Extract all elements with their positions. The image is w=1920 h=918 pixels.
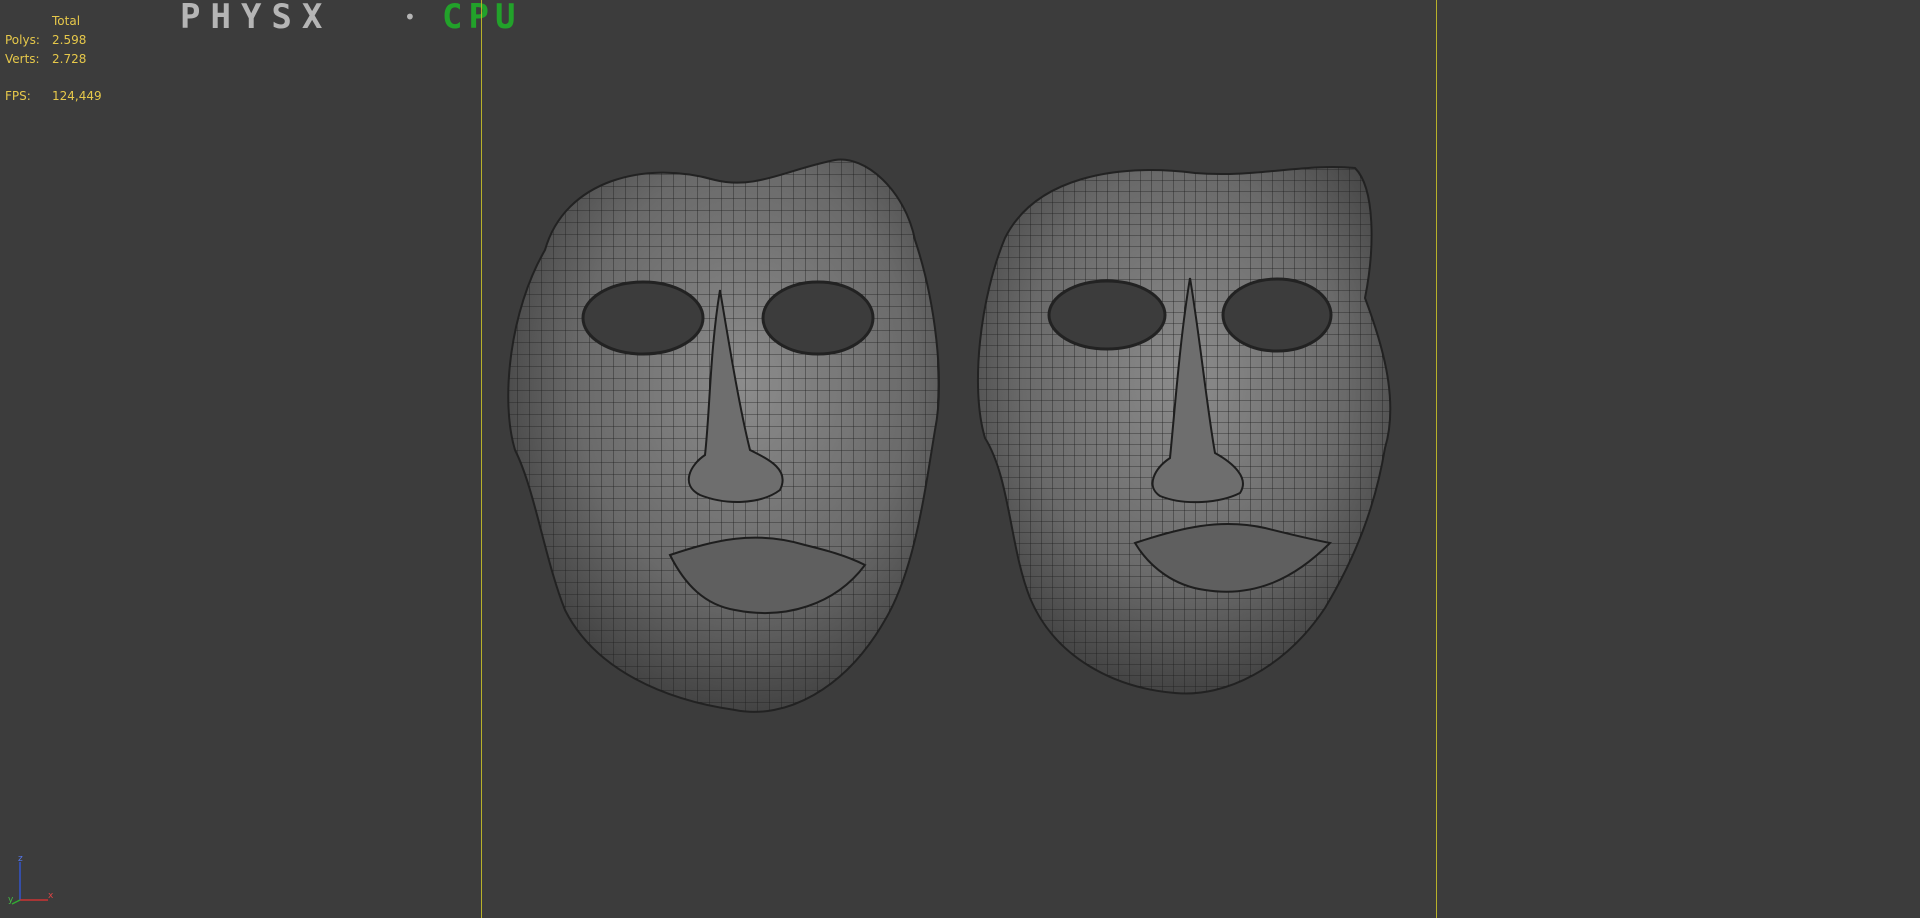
x-axis-label: x xyxy=(48,891,54,901)
axis-gizmo: z y x xyxy=(8,854,54,905)
physx-cpu-logo: PHYSX • CPU xyxy=(180,0,515,32)
fps-label: FPS: xyxy=(5,89,31,103)
statistics-overlay: Total Polys: 2.598 Verts: 2.728 FPS: 124… xyxy=(5,12,102,106)
right-eye-hole xyxy=(761,280,875,356)
logo-separator: • xyxy=(404,5,416,29)
perspective-viewport[interactable]: Total Polys: 2.598 Verts: 2.728 FPS: 124… xyxy=(0,0,1920,918)
stats-header: Total xyxy=(52,14,81,28)
y-axis-label: y xyxy=(8,895,14,905)
z-axis-label: z xyxy=(18,854,23,864)
left-eye-hole xyxy=(1047,279,1167,351)
safe-frame-left-line xyxy=(481,0,482,918)
physx-text: PHYSX xyxy=(180,0,332,32)
polys-value: 2.598 xyxy=(52,33,87,47)
polys-label: Polys: xyxy=(5,33,40,47)
verts-value: 2.728 xyxy=(52,52,87,66)
mask-right[interactable] xyxy=(975,158,1405,708)
fps-value: 124,449 xyxy=(52,89,102,103)
stats-polys-row: Polys: 2.598 xyxy=(5,31,102,50)
verts-label: Verts: xyxy=(5,52,40,66)
safe-frame-right-line xyxy=(1436,0,1437,918)
stats-fps-row: FPS: 124,449 xyxy=(5,87,102,106)
mask-left[interactable] xyxy=(505,150,965,720)
left-eye-hole xyxy=(581,280,705,356)
right-eye-hole xyxy=(1221,277,1333,353)
stats-verts-row: Verts: 2.728 xyxy=(5,50,102,69)
